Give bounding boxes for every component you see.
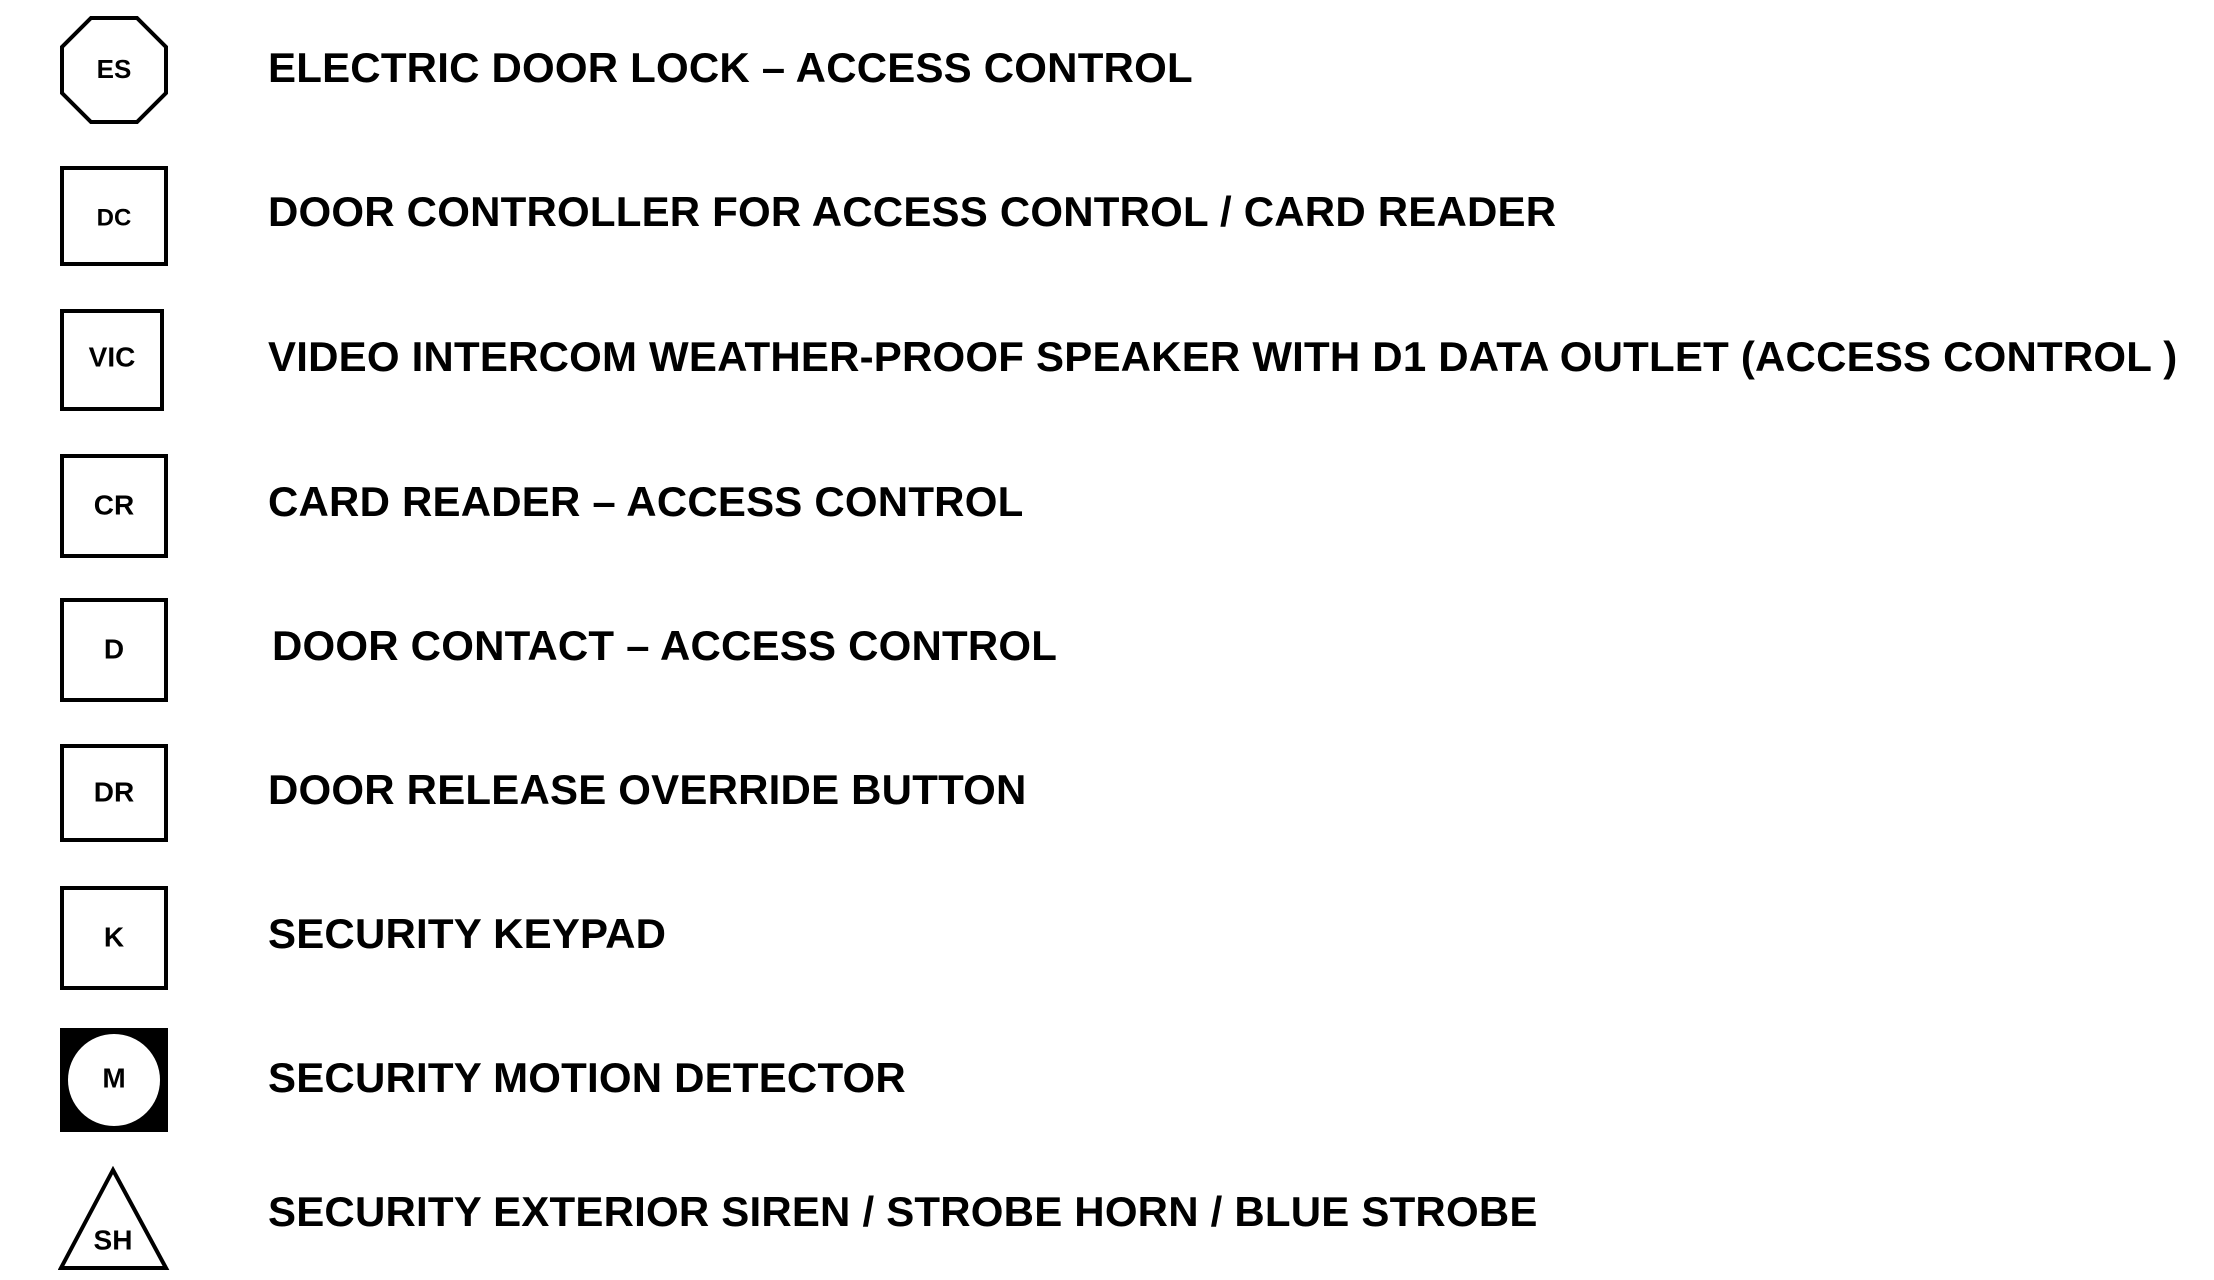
legend-row-security-keypad: K SECURITY KEYPAD <box>0 866 2214 990</box>
symbol-code: D <box>104 633 124 664</box>
symbol-code: CR <box>94 489 134 520</box>
legend-row-door-contact: D DOOR CONTACT – ACCESS CONTROL <box>0 578 2214 702</box>
symbol-legend: ES ELECTRIC DOOR LOCK – ACCESS CONTROL D… <box>0 0 2214 1270</box>
video-intercom-icon: VIC <box>58 307 170 419</box>
legend-label: CARD READER – ACCESS CONTROL <box>268 478 1024 525</box>
legend-row-exterior-siren: SH SECURITY EXTERIOR SIREN / STROBE HORN… <box>0 1154 2214 1274</box>
legend-label: DOOR CONTACT – ACCESS CONTROL <box>272 622 1058 669</box>
legend-row-door-release: DR DOOR RELEASE OVERRIDE BUTTON <box>0 722 2214 842</box>
symbol-code: M <box>102 1062 125 1093</box>
card-reader-icon: CR <box>58 452 170 564</box>
door-release-icon: DR <box>58 742 170 854</box>
legend-label: SECURITY KEYPAD <box>268 910 667 957</box>
electric-door-lock-icon: ES <box>58 14 170 126</box>
motion-detector-icon: M <box>58 1026 170 1138</box>
legend-label: DOOR CONTROLLER FOR ACCESS CONTROL / CAR… <box>268 188 1557 235</box>
legend-label: DOOR RELEASE OVERRIDE BUTTON <box>268 766 1027 813</box>
legend-row-card-reader: CR CARD READER – ACCESS CONTROL <box>0 434 2214 558</box>
legend-label: ELECTRIC DOOR LOCK – ACCESS CONTROL <box>268 44 1193 91</box>
symbol-code: VIC <box>89 341 136 372</box>
symbol-code: K <box>104 921 124 952</box>
legend-label: VIDEO INTERCOM WEATHER-PROOF SPEAKER WIT… <box>268 333 2178 380</box>
symbol-code: ES <box>97 54 132 84</box>
legend-row-electric-door-lock: ES ELECTRIC DOOR LOCK – ACCESS CONTROL <box>0 0 2214 124</box>
legend-label: SECURITY EXTERIOR SIREN / STROBE HORN / … <box>268 1188 1538 1235</box>
symbol-code: SH <box>94 1224 133 1255</box>
legend-row-motion-detector: M SECURITY MOTION DETECTOR <box>0 1010 2214 1132</box>
door-contact-icon: D <box>58 596 170 708</box>
symbol-code: DR <box>94 776 134 807</box>
legend-row-door-controller: DC DOOR CONTROLLER FOR ACCESS CONTROL / … <box>0 144 2214 266</box>
siren-strobe-icon: SH <box>58 1166 170 1278</box>
door-controller-icon: DC <box>58 164 170 276</box>
keypad-icon: K <box>58 884 170 996</box>
legend-row-video-intercom: VIC VIDEO INTERCOM WEATHER-PROOF SPEAKER… <box>0 289 2214 411</box>
legend-label: SECURITY MOTION DETECTOR <box>268 1054 906 1101</box>
symbol-code: DC <box>97 204 132 231</box>
